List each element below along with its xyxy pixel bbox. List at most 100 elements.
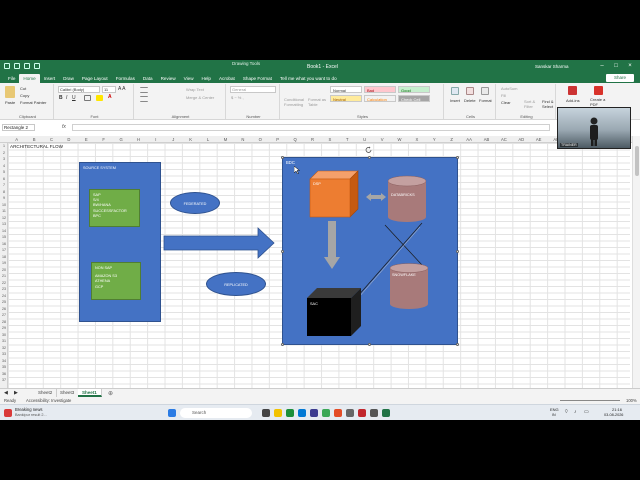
column-header[interactable]: X <box>408 136 425 143</box>
sheet-tab-sheet2[interactable]: Sheet2 <box>34 389 58 397</box>
cell-a1[interactable]: ARCHITECTURAL FLOW <box>10 144 63 149</box>
tab-insert[interactable]: Insert <box>40 74 60 83</box>
column-header[interactable]: AA <box>460 136 477 143</box>
column-header[interactable]: P <box>269 136 286 143</box>
column-header[interactable]: J <box>165 136 182 143</box>
delete-cells-icon[interactable] <box>466 87 474 95</box>
cut-button[interactable]: Cut <box>20 86 26 91</box>
add-ins-icon[interactable] <box>568 86 577 95</box>
name-box[interactable]: Rectangle 2 <box>2 124 35 131</box>
flow-arrow[interactable] <box>162 226 276 260</box>
fill-button[interactable]: Fill <box>501 93 506 98</box>
clear-button[interactable]: Clear <box>501 100 511 105</box>
number-format-select[interactable]: General <box>230 86 276 93</box>
app-icon[interactable] <box>346 409 354 417</box>
news-title[interactable]: Breaking news <box>15 407 42 412</box>
conditional-formatting-button[interactable]: Conditional Formatting <box>284 97 306 107</box>
column-header[interactable]: H <box>130 136 147 143</box>
app-icon[interactable] <box>370 409 378 417</box>
style-good[interactable]: Good <box>398 86 430 93</box>
fill-color-icon[interactable] <box>96 95 103 101</box>
create-pdf-button[interactable]: Create a PDF <box>590 97 610 107</box>
format-cells-icon[interactable] <box>481 87 489 95</box>
column-header[interactable]: N <box>234 136 251 143</box>
font-size-select[interactable]: 11 <box>102 86 116 93</box>
column-header[interactable]: D <box>60 136 77 143</box>
function-icon[interactable]: fx <box>62 124 66 130</box>
column-header[interactable]: V <box>373 136 390 143</box>
selection-handle[interactable] <box>456 250 459 253</box>
volume-icon[interactable]: ♪ <box>574 409 577 415</box>
column-header[interactable]: Z <box>443 136 460 143</box>
databricks-cylinder[interactable] <box>387 175 427 222</box>
dsp-cube[interactable] <box>309 170 359 218</box>
top-align-icon[interactable] <box>140 87 148 93</box>
column-header[interactable]: B <box>25 136 42 143</box>
column-header[interactable]: A <box>8 136 25 143</box>
minimize-icon[interactable]: – <box>598 63 606 70</box>
tab-home[interactable]: Home <box>19 74 40 83</box>
column-header[interactable]: I <box>147 136 164 143</box>
paste-button[interactable]: Paste <box>5 100 15 105</box>
redo-icon[interactable] <box>34 63 40 69</box>
battery-icon[interactable]: ▭ <box>584 409 589 415</box>
save-icon[interactable] <box>14 63 20 69</box>
user-name[interactable]: Sanskar Sharma <box>535 64 569 69</box>
column-header[interactable]: M <box>217 136 234 143</box>
paste-icon[interactable] <box>5 86 15 98</box>
undo-icon[interactable] <box>24 63 30 69</box>
wrap-text-button[interactable]: Wrap Text <box>186 87 204 92</box>
column-header[interactable]: AD <box>513 136 530 143</box>
excel-taskbar-icon[interactable] <box>382 409 390 417</box>
close-icon[interactable]: × <box>626 63 634 70</box>
sheet-nav-prev-icon[interactable]: ◀ <box>4 390 8 396</box>
underline-button[interactable]: U <box>72 95 76 101</box>
column-header[interactable]: T <box>339 136 356 143</box>
autosave-icon[interactable] <box>4 63 10 69</box>
column-header[interactable]: Q <box>286 136 303 143</box>
share-button[interactable]: Share <box>606 74 634 82</box>
tab-view[interactable]: View <box>180 74 198 83</box>
wifi-icon[interactable]: ⌔ <box>564 409 569 415</box>
task-view-icon[interactable] <box>262 409 270 417</box>
replicated-ellipse[interactable]: REPLICATED <box>206 272 266 296</box>
news-icon[interactable] <box>4 409 12 417</box>
column-header[interactable]: L <box>199 136 216 143</box>
style-check-cell[interactable]: Check Cell <box>398 95 430 102</box>
add-sheet-icon[interactable]: ⊕ <box>108 390 113 397</box>
rotate-handle-icon[interactable] <box>365 146 373 154</box>
column-header[interactable]: O <box>252 136 269 143</box>
column-header[interactable]: AB <box>478 136 495 143</box>
italic-button[interactable]: I <box>66 95 67 101</box>
align-left-icon[interactable] <box>140 96 148 102</box>
formula-input[interactable] <box>72 124 550 131</box>
sheet-nav-next-icon[interactable]: ▶ <box>14 390 18 396</box>
column-header[interactable]: F <box>95 136 112 143</box>
format-button[interactable]: Format <box>479 98 492 103</box>
selection-handle[interactable] <box>281 156 284 159</box>
column-header[interactable]: E <box>78 136 95 143</box>
tab-data[interactable]: Data <box>139 74 157 83</box>
find-select-button[interactable]: Find & Select <box>542 99 556 109</box>
create-pdf-icon[interactable] <box>594 86 603 95</box>
app-icon[interactable] <box>334 409 342 417</box>
selection-handle[interactable] <box>456 156 459 159</box>
tab-shape-format[interactable]: Shape Format <box>239 74 276 83</box>
style-calculation[interactable]: Calculation <box>364 95 396 102</box>
sheet-tab-sheet1[interactable]: Sheet1 <box>78 389 102 397</box>
selection-handle[interactable] <box>368 343 371 346</box>
delete-button[interactable]: Delete <box>464 98 476 103</box>
style-normal[interactable]: Normal <box>330 86 362 93</box>
double-arrow-icon[interactable] <box>366 193 386 201</box>
taskbar-search[interactable]: Search <box>180 408 252 418</box>
column-header[interactable]: S <box>321 136 338 143</box>
tab-draw[interactable]: Draw <box>59 74 78 83</box>
column-header[interactable]: Y <box>426 136 443 143</box>
non-sap-box[interactable]: NON SAP AMAZON S3 ATHENA GCP <box>91 262 141 300</box>
tab-help[interactable]: Help <box>198 74 215 83</box>
maximize-icon[interactable]: □ <box>612 63 620 70</box>
format-painter-button[interactable]: Format Painter <box>20 100 46 105</box>
row-header[interactable]: 37 <box>0 377 8 384</box>
file-explorer-icon[interactable] <box>274 409 282 417</box>
grow-font-icon[interactable]: A A <box>118 86 126 92</box>
